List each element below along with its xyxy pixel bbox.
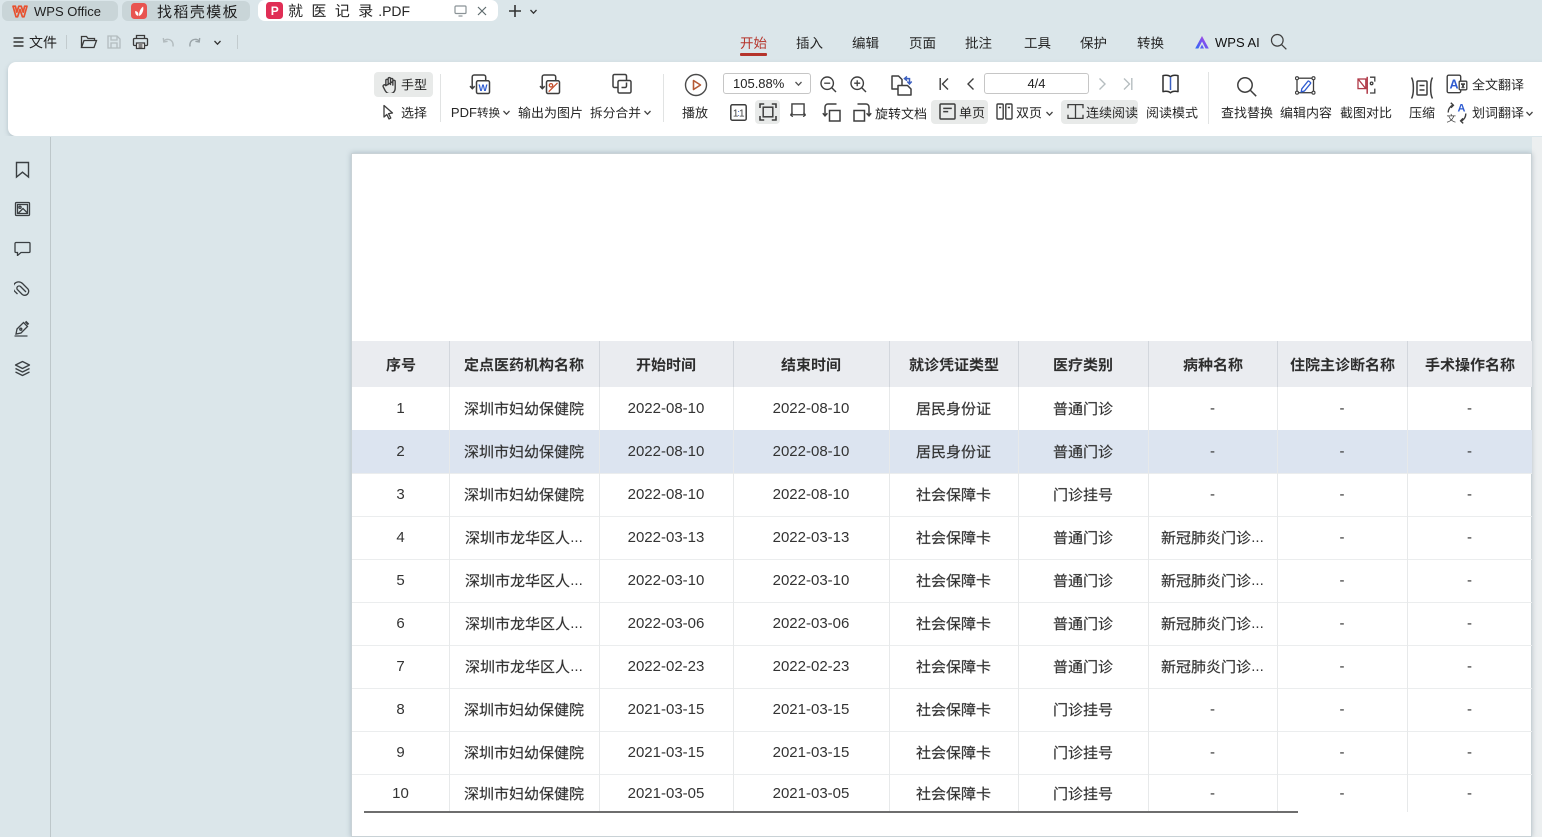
svg-text:A: A (1458, 103, 1466, 115)
svg-text:1: 1 (739, 109, 745, 120)
svg-text:W: W (479, 83, 488, 94)
svg-text:A: A (1449, 78, 1458, 92)
svg-text:P: P (271, 4, 279, 18)
